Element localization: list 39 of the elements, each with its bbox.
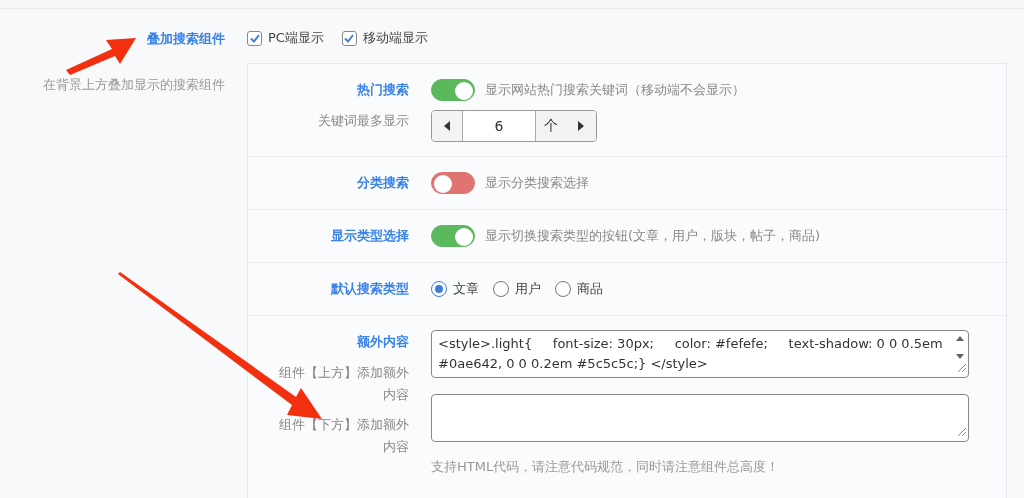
scroll-arrows-icon[interactable] xyxy=(956,335,964,361)
radio-button[interactable] xyxy=(493,281,509,297)
option-hint: 显示网站热门搜索关键词（移动端不会显示） xyxy=(485,81,745,99)
decrease-button[interactable] xyxy=(432,111,462,141)
number-stepper[interactable]: 6 个 xyxy=(431,110,597,142)
field-label: 关键词最多显示 xyxy=(318,112,409,130)
radio-button[interactable] xyxy=(431,281,447,297)
radio-button[interactable] xyxy=(555,281,571,297)
option-label: 额外内容 xyxy=(357,333,409,351)
left-triangle-icon xyxy=(444,121,450,131)
toggle-switch[interactable] xyxy=(431,225,475,247)
option-label: 热门搜索 xyxy=(357,81,409,99)
resize-grip-icon[interactable] xyxy=(957,363,966,372)
increase-button[interactable] xyxy=(566,111,596,141)
annotation-arrow xyxy=(66,38,136,75)
right-triangle-icon xyxy=(578,121,584,131)
resize-grip-icon[interactable] xyxy=(957,427,966,436)
help-text: 支持HTML代码，请注意代码规范，同时请注意组件总高度！ xyxy=(431,458,780,476)
radio-label[interactable]: 商品 xyxy=(577,280,603,298)
option-label: 默认搜索类型 xyxy=(331,280,409,298)
section-title: 叠加搜索组件 xyxy=(147,30,225,48)
section-description: 在背景上方叠加显示的搜索组件 xyxy=(43,76,225,94)
radio-label[interactable]: 文章 xyxy=(453,280,479,298)
toggle-switch[interactable] xyxy=(431,79,475,101)
radio-label[interactable]: 用户 xyxy=(515,280,541,298)
option-label: 分类搜索 xyxy=(357,174,409,192)
option-hint: 显示切换搜索类型的按钮(文章，用户，版块，帖子，商品) xyxy=(485,227,821,245)
field-label: 组件【上方】添加额外内容 xyxy=(278,364,409,404)
checkbox[interactable] xyxy=(247,30,262,46)
option-hint: 显示分类搜索选择 xyxy=(485,174,589,192)
text-area[interactable]: <style>.light{ font-size: 30px; color: #fefefe; text-shadow: 0 0 0.5em #0ae642, 0 0 0.2em #5c5c5c;} </style> xyxy=(431,330,969,378)
field-label: 组件【下方】添加额外内容 xyxy=(278,416,409,456)
toggle-switch[interactable] xyxy=(431,172,475,194)
option-label: 显示类型选择 xyxy=(331,227,409,245)
checkbox-label[interactable]: 移动端显示 xyxy=(362,29,428,47)
unit-label: 个 xyxy=(535,111,566,141)
text-area[interactable] xyxy=(431,394,969,442)
checkbox[interactable] xyxy=(341,30,357,46)
checkbox-label[interactable]: PC端显示 xyxy=(268,29,324,47)
